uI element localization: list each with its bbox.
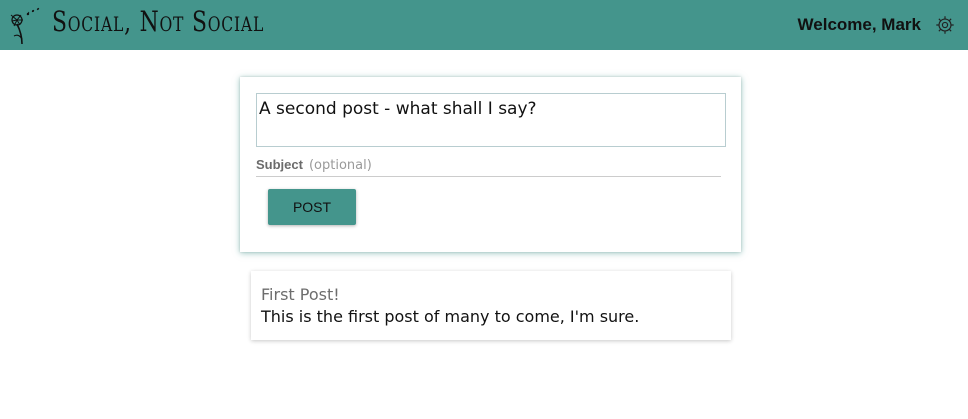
- welcome-message: Welcome, Mark: [797, 15, 921, 34]
- dandelion-icon[interactable]: [8, 6, 44, 46]
- app-title: Social, Not Social: [52, 5, 265, 38]
- post-text-input[interactable]: A second post - what shall I say?: [256, 93, 726, 147]
- compose-card: A second post - what shall I say? Subjec…: [240, 77, 741, 252]
- subject-field[interactable]: Subject: [256, 157, 721, 177]
- gear-icon[interactable]: [934, 14, 956, 36]
- post-body: This is the first post of many to come, …: [261, 307, 640, 326]
- post-subject: First Post!: [261, 285, 340, 304]
- top-bar: Social, Not Social Welcome, Mark: [0, 0, 968, 50]
- post-card: First Post! This is the first post of ma…: [251, 271, 731, 340]
- subject-input[interactable]: [308, 158, 689, 173]
- post-button[interactable]: POST: [268, 189, 356, 225]
- subject-label: Subject: [256, 157, 303, 172]
